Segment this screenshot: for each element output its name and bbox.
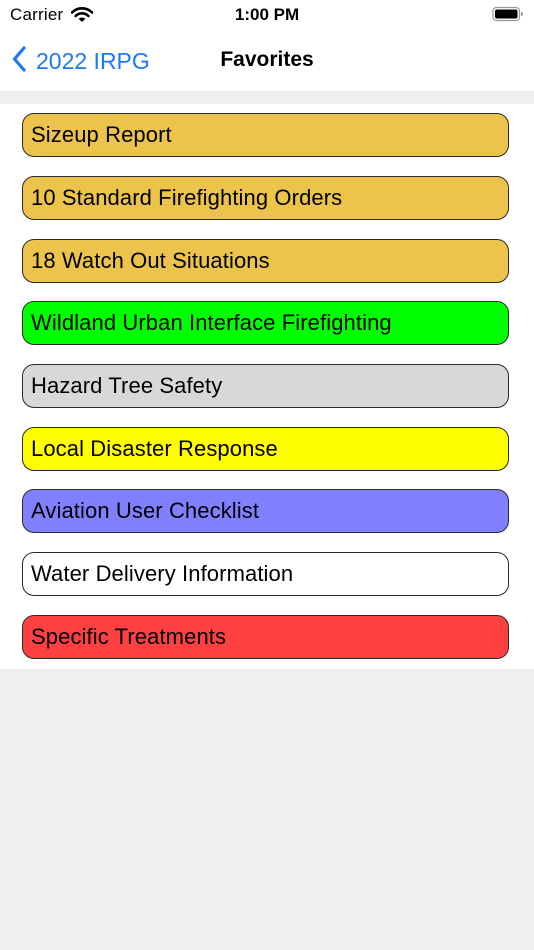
- favorite-item-hazard-tree-safety[interactable]: Hazard Tree Safety: [22, 364, 509, 408]
- favorite-item-label: Sizeup Report: [31, 122, 172, 147]
- favorite-item-label: 18 Watch Out Situations: [31, 248, 270, 273]
- favorite-item-label: Local Disaster Response: [31, 436, 278, 461]
- favorite-item-label: Water Delivery Information: [31, 561, 294, 586]
- battery-icon: [492, 6, 524, 27]
- status-time: 1:00 PM: [234, 5, 300, 24]
- favorite-item-label: Wildland Urban Interface Firefighting: [31, 310, 392, 335]
- favorite-item-local-disaster-response[interactable]: Local Disaster Response: [22, 427, 509, 471]
- favorite-item-wildland-urban-interface[interactable]: Wildland Urban Interface Firefighting: [22, 301, 509, 345]
- favorite-item-10-standard-firefighting-orders[interactable]: 10 Standard Firefighting Orders: [22, 176, 509, 220]
- favorite-item-label: Hazard Tree Safety: [31, 373, 223, 398]
- favorites-list: Sizeup Report 10 Standard Firefighting O…: [0, 104, 534, 669]
- favorite-item-18-watch-out-situations[interactable]: 18 Watch Out Situations: [22, 239, 509, 283]
- favorite-item-water-delivery-information[interactable]: Water Delivery Information: [22, 552, 509, 596]
- favorite-item-specific-treatments[interactable]: Specific Treatments: [22, 615, 509, 659]
- favorite-item-label: Specific Treatments: [31, 624, 227, 649]
- navigation-bar: 2022 IRPG Favorites: [0, 30, 534, 91]
- favorite-item-sizeup-report[interactable]: Sizeup Report: [22, 113, 509, 157]
- status-bar: Carrier 1:00 PM: [0, 0, 534, 30]
- page-title: Favorites: [220, 48, 314, 71]
- favorite-item-label: Aviation User Checklist: [31, 498, 260, 523]
- favorite-item-aviation-user-checklist[interactable]: Aviation User Checklist: [22, 489, 509, 533]
- favorite-item-label: 10 Standard Firefighting Orders: [31, 185, 343, 210]
